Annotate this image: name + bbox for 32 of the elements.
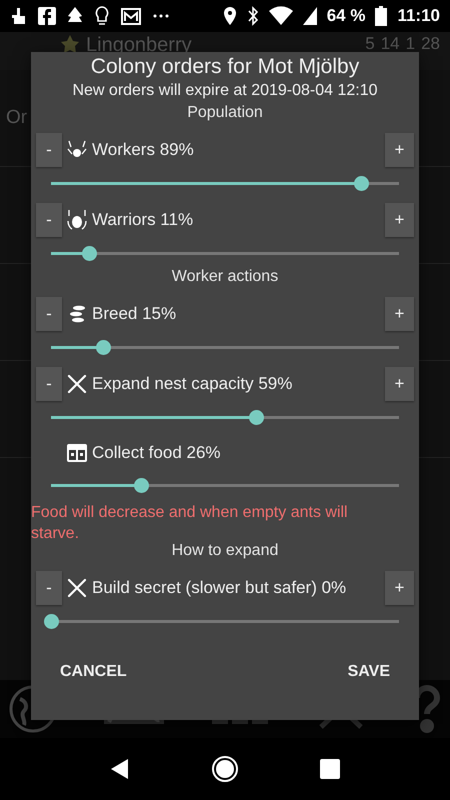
stat-count: 28 bbox=[421, 34, 440, 54]
plus-button[interactable]: + bbox=[385, 366, 414, 401]
dialog-title: Colony orders for Mot Mjölby bbox=[90, 55, 360, 79]
stat-count: 14 bbox=[380, 34, 400, 54]
plus-button[interactable]: + bbox=[385, 571, 414, 606]
colony-name: Lingonberry bbox=[86, 34, 192, 57]
plus-button[interactable]: + bbox=[385, 202, 414, 237]
battery-level: 64 % bbox=[326, 6, 366, 26]
minus-button[interactable]: - bbox=[36, 202, 62, 237]
stat-count: 1 bbox=[406, 34, 416, 54]
setting-label: Workers 89% bbox=[92, 140, 194, 160]
setting-label: Collect food 26% bbox=[92, 443, 221, 463]
cancel-button[interactable]: CANCEL bbox=[50, 655, 137, 690]
warning-text: Food will decrease and when empty ants will starve. bbox=[31, 503, 349, 543]
setting-label: Build secret (slower but safer) 0% bbox=[92, 578, 346, 598]
clock: 11:10 bbox=[397, 6, 440, 26]
setting-label: Breed 15% bbox=[92, 304, 176, 324]
minus-button[interactable]: - bbox=[36, 133, 62, 167]
save-button[interactable]: SAVE bbox=[338, 655, 400, 690]
setting-label: Expand nest capacity 59% bbox=[92, 374, 292, 394]
stat-count: 5 bbox=[365, 34, 375, 54]
section-heading: Worker actions bbox=[170, 266, 280, 287]
section-heading: How to expand bbox=[170, 541, 280, 562]
section-heading: Population bbox=[186, 103, 264, 123]
setting-label: Warriors 11% bbox=[92, 210, 194, 230]
expiry-text: New orders will expire at 2019-08-04 12:10 bbox=[71, 82, 379, 100]
minus-button[interactable]: - bbox=[36, 296, 62, 331]
plus-button[interactable]: + bbox=[385, 133, 414, 167]
minus-button[interactable]: - bbox=[36, 366, 62, 401]
plus-button[interactable]: + bbox=[385, 296, 414, 331]
minus-button[interactable]: - bbox=[36, 571, 62, 606]
section-label: Or bbox=[6, 107, 28, 129]
